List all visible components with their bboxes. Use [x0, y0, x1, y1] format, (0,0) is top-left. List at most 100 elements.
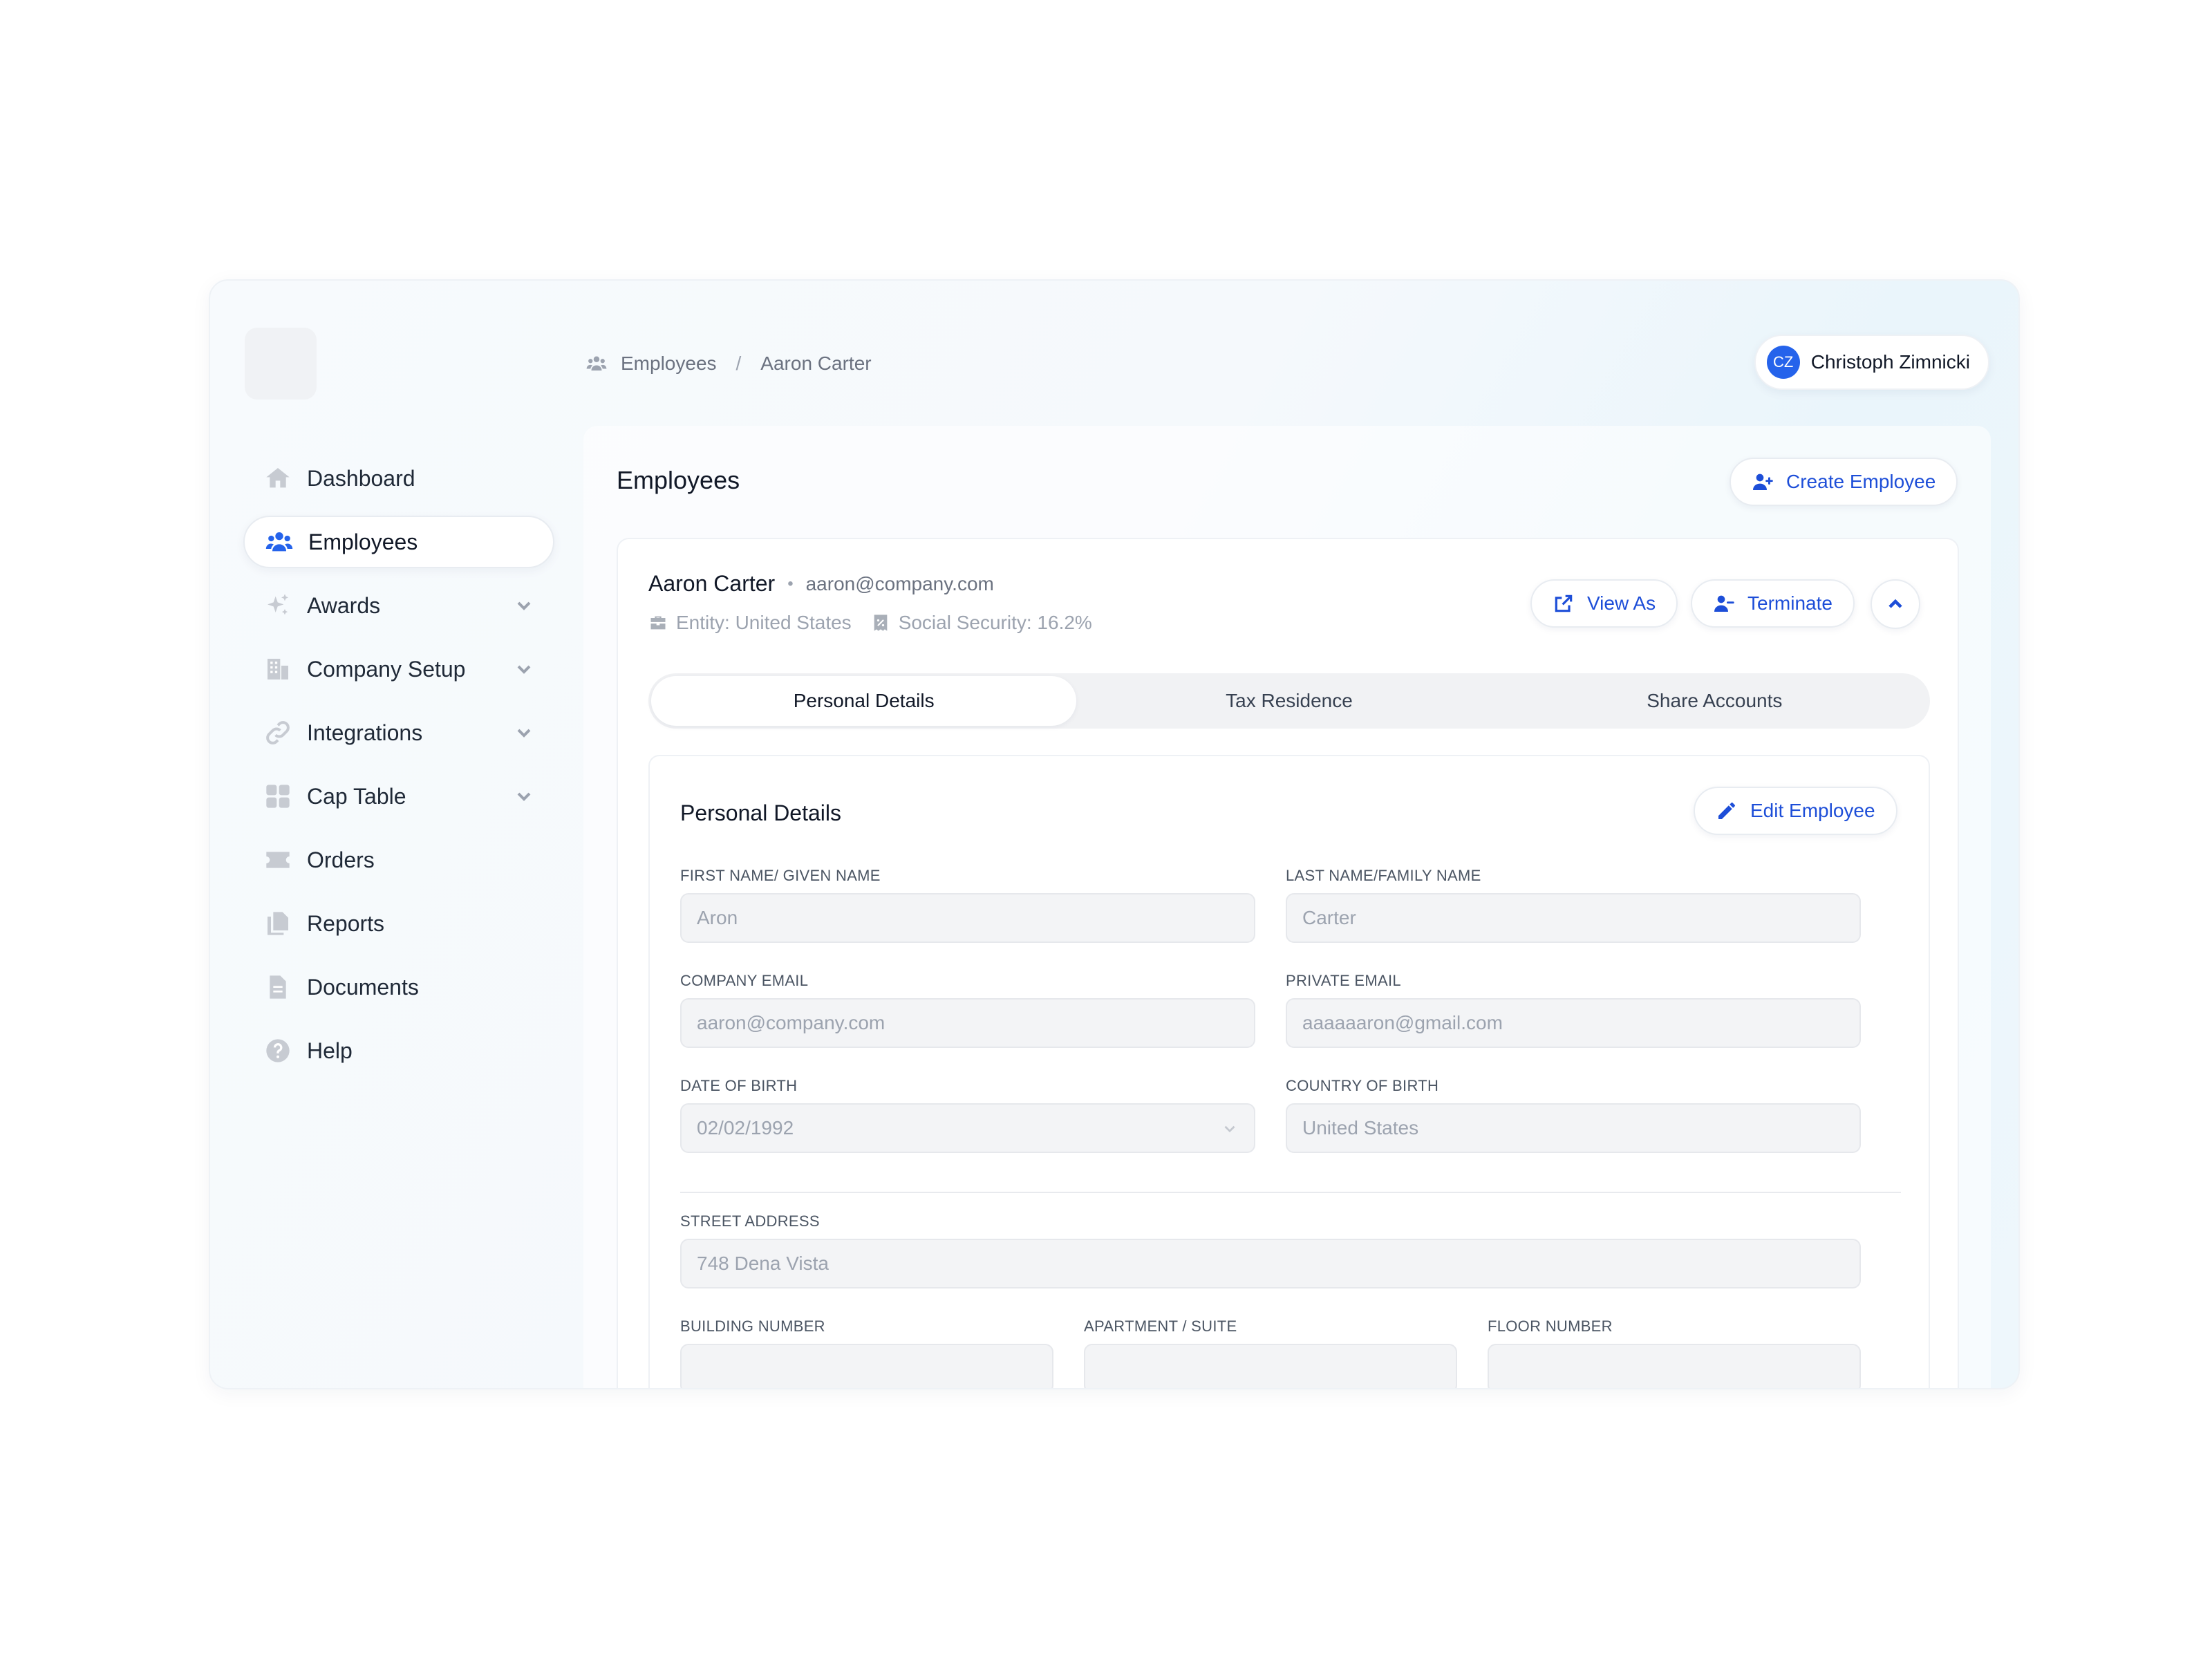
sidebar-item-label: Reports — [307, 910, 385, 936]
sidebar-item-label: Cap Table — [307, 783, 406, 809]
collapse-button[interactable] — [1871, 579, 1920, 629]
user-minus-icon — [1714, 595, 1734, 612]
create-employee-label: Create Employee — [1786, 471, 1936, 492]
sidebar-nav: Dashboard Employees Awards Company Setup… — [243, 452, 554, 1088]
private-email-input[interactable]: aaaaaaron@gmail.com — [1286, 998, 1861, 1048]
view-as-label: View As — [1587, 592, 1656, 614]
sidebar-item-label: Documents — [307, 974, 419, 1000]
grid-icon — [263, 781, 293, 812]
sidebar-item-dashboard[interactable]: Dashboard — [243, 452, 554, 505]
date-of-birth-field: DATE OF BIRTH 02/02/1992 — [680, 1077, 1255, 1153]
documents-icon — [263, 908, 293, 939]
pencil-icon — [1718, 803, 1735, 819]
field-label: APARTMENT / SUITE — [1084, 1318, 1237, 1335]
sidebar-item-reports[interactable]: Reports — [243, 897, 554, 950]
users-icon — [586, 353, 621, 374]
employee-card: Aaron Carter • aaron@company.com Entity:… — [617, 538, 1959, 1388]
floor-number-field: FLOOR NUMBER — [1488, 1318, 1861, 1388]
terminate-label: Terminate — [1747, 592, 1833, 614]
user-plus-icon — [1753, 474, 1773, 490]
employee-email: aaron@company.com — [805, 572, 994, 594]
chevron-down-icon[interactable] — [513, 594, 535, 617]
country-of-birth-input[interactable]: United States — [1286, 1103, 1861, 1153]
building-number-input[interactable] — [680, 1344, 1053, 1388]
home-icon — [263, 463, 293, 494]
first-name-input[interactable]: Aron — [680, 893, 1255, 943]
sidebar-item-cap-table[interactable]: Cap Table — [243, 770, 554, 823]
last-name-input[interactable]: Carter — [1286, 893, 1861, 943]
help-icon — [263, 1035, 293, 1066]
chevron-down-icon[interactable] — [513, 785, 535, 807]
field-label: PRIVATE EMAIL — [1286, 972, 1401, 989]
sidebar-item-company-setup[interactable]: Company Setup — [243, 643, 554, 695]
field-label: BUILDING NUMBER — [680, 1318, 825, 1335]
page-title: Employees — [617, 466, 740, 494]
field-label: COUNTRY OF BIRTH — [1286, 1077, 1439, 1094]
create-employee-button[interactable]: Create Employee — [1730, 458, 1958, 506]
section-title: Personal Details — [680, 800, 841, 825]
edit-employee-button[interactable]: Edit Employee — [1694, 787, 1897, 835]
sidebar-item-label: Help — [307, 1038, 353, 1063]
chevron-up-icon — [1888, 599, 1902, 608]
sidebar-item-awards[interactable]: Awards — [243, 579, 554, 632]
view-as-button[interactable]: View As — [1530, 579, 1678, 628]
building-icon — [263, 654, 293, 684]
field-label: LAST NAME/FAMILY NAME — [1286, 867, 1481, 884]
sidebar-item-documents[interactable]: Documents — [243, 961, 554, 1013]
link-icon — [263, 718, 293, 748]
tab-tax-residence[interactable]: Tax Residence — [1076, 676, 1501, 726]
breadcrumb-employees-link[interactable]: Employees — [621, 353, 717, 375]
user-name: Christoph Zimnicki — [1810, 351, 1970, 373]
sparkles-icon — [263, 590, 293, 621]
chevron-down-icon[interactable] — [513, 658, 535, 680]
street-address-input[interactable]: 748 Dena Vista — [680, 1239, 1861, 1288]
chevron-down-icon[interactable] — [513, 722, 535, 744]
sidebar-item-label: Integrations — [307, 720, 423, 745]
sidebar-item-help[interactable]: Help — [243, 1024, 554, 1077]
field-label: FIRST NAME/ GIVEN NAME — [680, 867, 881, 884]
first-name-field: FIRST NAME/ GIVEN NAME Aron — [680, 867, 1255, 943]
floor-number-input[interactable] — [1488, 1344, 1861, 1388]
breadcrumb-current: Aaron Carter — [760, 353, 872, 374]
sidebar-item-integrations[interactable]: Integrations — [243, 706, 554, 759]
private-email-field: PRIVATE EMAIL aaaaaaron@gmail.com — [1286, 972, 1861, 1048]
breadcrumb: Employees / Aaron Carter — [586, 353, 872, 375]
personal-details-section: Personal Details Edit Employee FIRST NAM… — [648, 755, 1930, 1388]
employee-name: Aaron Carter — [648, 571, 776, 596]
date-of-birth-value: 02/02/1992 — [697, 1117, 794, 1138]
company-email-input[interactable]: aaron@company.com — [680, 998, 1255, 1048]
tab-bar: Personal Details Tax Residence Share Acc… — [648, 673, 1930, 729]
external-link-icon — [1555, 594, 1573, 612]
sidebar-item-label: Awards — [307, 592, 381, 618]
tab-personal-details[interactable]: Personal Details — [651, 676, 1077, 726]
sidebar-item-label: Company Setup — [307, 656, 466, 682]
ticket-icon — [263, 845, 293, 875]
date-of-birth-select[interactable]: 02/02/1992 — [680, 1103, 1255, 1153]
building-number-field: BUILDING NUMBER — [680, 1318, 1053, 1388]
sidebar: Dashboard Employees Awards Company Setup… — [210, 281, 583, 1388]
apartment-input[interactable] — [1084, 1344, 1457, 1388]
logo[interactable] — [245, 328, 317, 400]
main-content: Employees Create Employee Aaron Carter •… — [583, 426, 1991, 1388]
field-label: DATE OF BIRTH — [680, 1077, 798, 1094]
sidebar-item-employees[interactable]: Employees — [243, 516, 554, 568]
sidebar-item-label: Dashboard — [307, 465, 415, 491]
employee-entity: Entity: United States — [676, 612, 852, 633]
sidebar-item-orders[interactable]: Orders — [243, 834, 554, 886]
separator-dot: • — [787, 574, 794, 593]
field-label: COMPANY EMAIL — [680, 972, 809, 989]
employee-header: Aaron Carter • aaron@company.com Entity:… — [648, 571, 1112, 634]
field-label: FLOOR NUMBER — [1488, 1318, 1613, 1335]
terminate-button[interactable]: Terminate — [1691, 579, 1855, 628]
user-menu[interactable]: CZ Christoph Zimnicki — [1754, 335, 1989, 390]
tab-share-accounts[interactable]: Share Accounts — [1502, 676, 1927, 726]
avatar: CZ — [1766, 346, 1800, 379]
receipt-icon — [874, 615, 888, 631]
breadcrumb-separator: / — [735, 353, 742, 374]
employee-social-security: Social Security: 16.2% — [898, 612, 1092, 633]
apartment-field: APARTMENT / SUITE — [1084, 1318, 1457, 1388]
chevron-down-icon — [1221, 1120, 1239, 1138]
field-label: STREET ADDRESS — [680, 1212, 820, 1230]
company-email-field: COMPANY EMAIL aaron@company.com — [680, 972, 1255, 1048]
street-address-field: STREET ADDRESS 748 Dena Vista — [680, 1212, 1861, 1288]
